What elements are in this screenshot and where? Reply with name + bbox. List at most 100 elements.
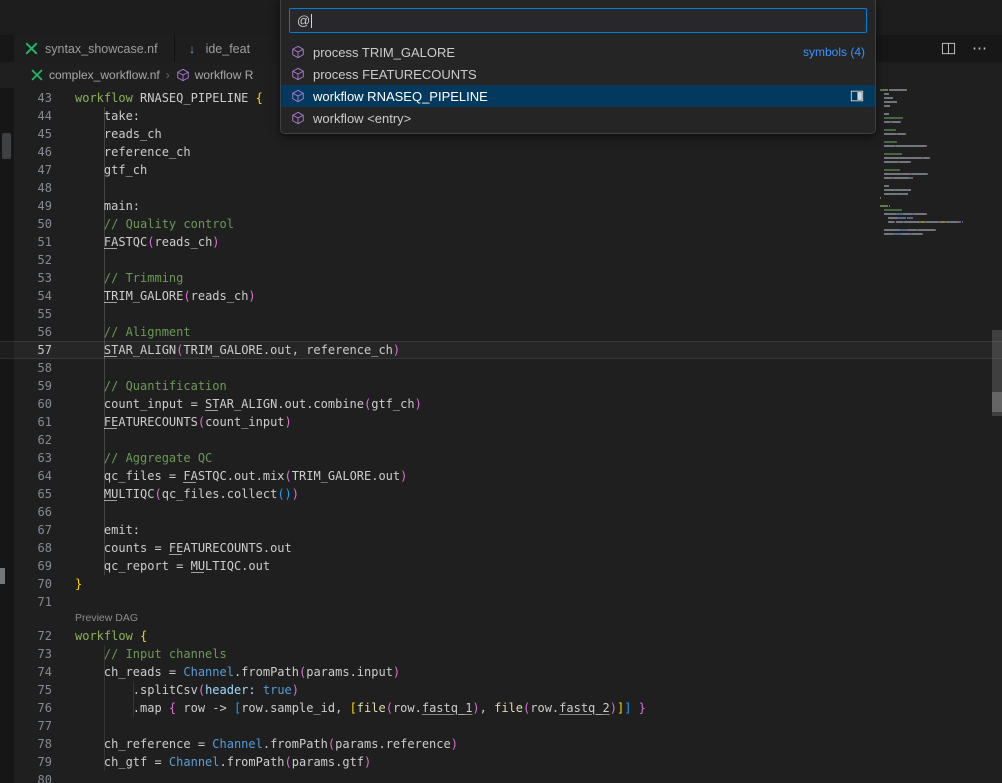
code-text: // Quality control (75, 215, 1002, 233)
line-number: 56 (14, 323, 52, 341)
code-line[interactable]: 68 counts = FEATURECOUNTS.out (0, 539, 1002, 557)
quick-open-item[interactable]: workflow RNASEQ_PIPELINE (281, 85, 875, 107)
vscode-window: syntax_showcase.nf ↓ ide_feat ⋯ complex_… (0, 0, 1002, 783)
code-line[interactable]: 60 count_input = STAR_ALIGN.out.combine(… (0, 395, 1002, 413)
code-text: workflow { (75, 627, 1002, 645)
editor-actions: ⋯ (940, 35, 1002, 62)
nextflow-file-icon (24, 41, 39, 56)
code-line[interactable]: 58 (0, 359, 1002, 377)
code-line[interactable]: 51 FASTQC(reads_ch) (0, 233, 1002, 251)
code-text: count_input = STAR_ALIGN.out.combine(gtf… (75, 395, 1002, 413)
symbol-icon (290, 66, 306, 82)
code-line[interactable]: 53 // Trimming (0, 269, 1002, 287)
code-text: qc_report = MULTIQC.out (75, 557, 1002, 575)
code-line[interactable]: 74 ch_reads = Channel.fromPath(params.in… (0, 663, 1002, 681)
code-line[interactable]: 61 FEATURECOUNTS(count_input) (0, 413, 1002, 431)
code-line[interactable]: 56 // Alignment (0, 323, 1002, 341)
breadcrumb-symbol[interactable]: workflow R (195, 68, 254, 82)
minimap-line (880, 197, 976, 199)
tab-syntax-showcase[interactable]: syntax_showcase.nf (14, 35, 175, 62)
code-line[interactable]: 54 TRIM_GALORE(reads_ch) (0, 287, 1002, 305)
more-actions-icon[interactable]: ⋯ (972, 41, 988, 57)
editor[interactable]: 43workflow RNASEQ_PIPELINE {44 take:45 r… (0, 88, 1002, 783)
code-line[interactable]: 59 // Quantification (0, 377, 1002, 395)
indent-guide (104, 663, 105, 681)
line-number: 75 (14, 681, 52, 699)
indent-guide (104, 323, 105, 341)
code-line[interactable]: 75 .splitCsv(header: true) (0, 681, 1002, 699)
minimap-line (880, 161, 976, 163)
line-number: 49 (14, 197, 52, 215)
codelens-action[interactable]: Preview DAG (75, 611, 1002, 626)
group-badge: symbols (4) (803, 45, 865, 59)
line-number: 43 (14, 89, 52, 107)
minimap-line (880, 189, 976, 191)
tab-ide-features[interactable]: ↓ ide_feat (175, 35, 285, 62)
code-line[interactable]: 48 (0, 179, 1002, 197)
code-line[interactable]: 80 (0, 771, 1002, 783)
line-number: 63 (14, 449, 52, 467)
code-line[interactable]: 71 (0, 593, 1002, 611)
quick-open-input[interactable]: @ (289, 8, 867, 33)
code-line[interactable]: 47 gtf_ch (0, 161, 1002, 179)
indent-guide (104, 107, 105, 125)
code-line[interactable]: 46 reference_ch (0, 143, 1002, 161)
split-editor-icon[interactable] (940, 41, 956, 57)
indent-guide (133, 681, 134, 699)
line-number: 51 (14, 233, 52, 251)
symbol-icon (176, 68, 190, 82)
open-to-side-icon[interactable] (849, 88, 865, 104)
minimap-line (880, 201, 976, 203)
code-line[interactable]: 65 MULTIQC(qc_files.collect()) (0, 485, 1002, 503)
code-line[interactable]: 77 (0, 717, 1002, 735)
vertical-scrollbar[interactable] (992, 88, 1002, 783)
minimap-line (880, 177, 976, 179)
line-number: 73 (14, 645, 52, 663)
code-line[interactable]: 63 // Aggregate QC (0, 449, 1002, 467)
line-number: 52 (14, 251, 52, 269)
quick-open-item-label: workflow <entry> (313, 111, 411, 126)
minimap-line (880, 233, 976, 235)
minimap-line (880, 89, 976, 91)
line-number: 53 (14, 269, 52, 287)
indent-guide (104, 359, 105, 377)
minimap-line (880, 185, 976, 187)
breadcrumb-file[interactable]: complex_workflow.nf (49, 68, 160, 82)
code-line[interactable]: 49 main: (0, 197, 1002, 215)
code-line[interactable]: 66 (0, 503, 1002, 521)
minimap-line (880, 221, 976, 223)
code-line[interactable]: 69 qc_report = MULTIQC.out (0, 557, 1002, 575)
code-line[interactable]: 73 // Input channels (0, 645, 1002, 663)
quick-open-widget: @ process TRIM_GALOREsymbols (4)process … (280, 0, 876, 134)
code-line[interactable]: 67 emit: (0, 521, 1002, 539)
code-line[interactable]: 72workflow { (0, 627, 1002, 645)
minimap-line (880, 145, 976, 147)
minimap-line (880, 153, 976, 155)
quick-open-item[interactable]: process TRIM_GALOREsymbols (4) (281, 41, 875, 63)
minimap-line (880, 133, 976, 135)
code-line[interactable]: 57 STAR_ALIGN(TRIM_GALORE.out, reference… (0, 341, 1002, 359)
indent-guide (104, 449, 105, 467)
code-line[interactable]: 79 ch_gtf = Channel.fromPath(params.gtf) (0, 753, 1002, 771)
line-number: 68 (14, 539, 52, 557)
breadcrumb-separator: › (165, 68, 171, 82)
indent-guide (104, 233, 105, 251)
code-line[interactable]: 64 qc_files = FASTQC.out.mix(TRIM_GALORE… (0, 467, 1002, 485)
quick-open-item[interactable]: workflow <entry> (281, 107, 875, 129)
code-line[interactable]: 62 (0, 431, 1002, 449)
code-line[interactable]: 55 (0, 305, 1002, 323)
code-line[interactable]: 76 .map { row -> [row.sample_id, [file(r… (0, 699, 1002, 717)
codelens-row[interactable]: Preview DAG (0, 611, 1002, 627)
code-area: 43workflow RNASEQ_PIPELINE {44 take:45 r… (0, 89, 1002, 783)
line-number: 64 (14, 467, 52, 485)
minimap[interactable] (880, 89, 976, 241)
code-line[interactable]: 52 (0, 251, 1002, 269)
line-number: 69 (14, 557, 52, 575)
code-line[interactable]: 70} (0, 575, 1002, 593)
tab-label: syntax_showcase.nf (45, 42, 158, 56)
code-line[interactable]: 50 // Quality control (0, 215, 1002, 233)
minimap-line (880, 121, 976, 123)
code-line[interactable]: 78 ch_reference = Channel.fromPath(param… (0, 735, 1002, 753)
quick-open-item[interactable]: process FEATURECOUNTS (281, 63, 875, 85)
code-text: STAR_ALIGN(TRIM_GALORE.out, reference_ch… (75, 341, 1002, 359)
